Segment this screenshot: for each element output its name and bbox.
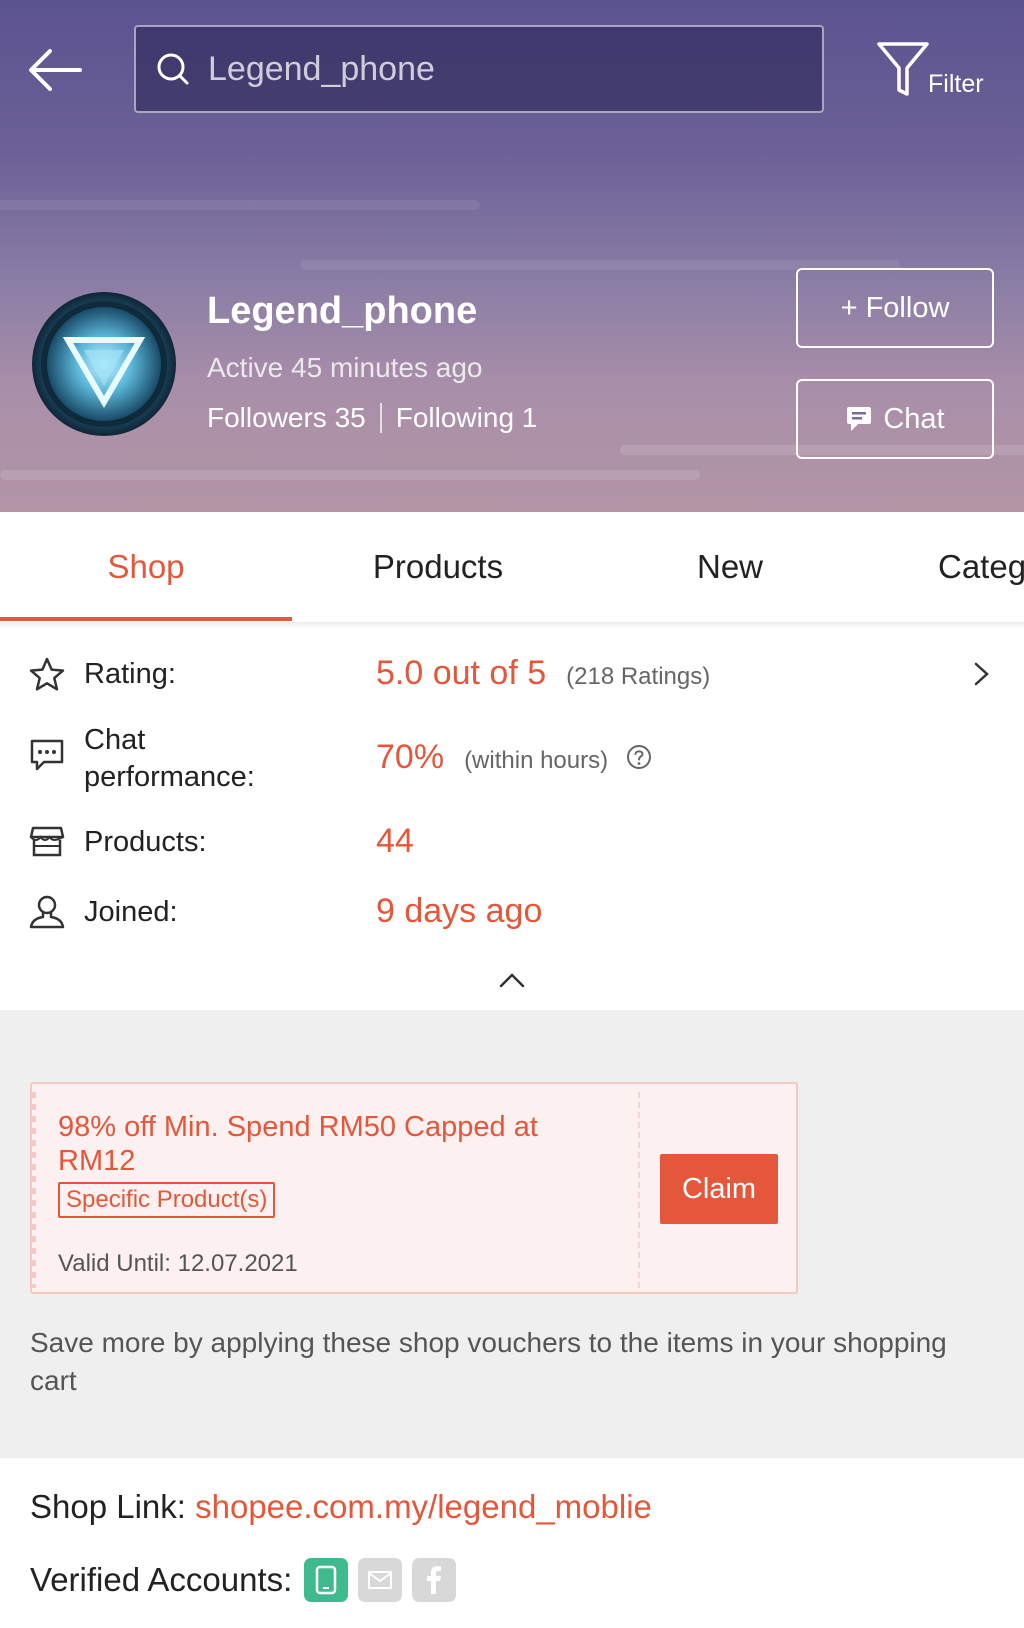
divider: [379, 403, 382, 433]
active-status: Active 45 minutes ago: [207, 352, 483, 383]
verified-email-badge: [358, 1558, 403, 1602]
joined-label: Joined:: [84, 896, 178, 928]
following-count[interactable]: Following 1: [396, 402, 538, 434]
store-icon: [29, 826, 65, 857]
chevron-up-icon[interactable]: [498, 970, 526, 990]
chat-icon: [847, 407, 872, 431]
star-icon: [29, 657, 65, 691]
chat-note: (within hours): [464, 747, 609, 774]
chat-percent: 70%: [376, 738, 445, 776]
search-bar[interactable]: [134, 25, 824, 113]
chat-label-line2: performance:: [84, 761, 255, 793]
rating-count: (218 Ratings): [566, 663, 711, 690]
chat-performance-value: 70% (within hours): [376, 738, 652, 777]
follow-button[interactable]: + Follow: [796, 268, 994, 348]
facebook-icon: [427, 1566, 442, 1594]
search-icon: [157, 53, 189, 85]
followers-count[interactable]: Followers 35: [207, 402, 366, 434]
search-input[interactable]: [208, 49, 768, 89]
rating-row[interactable]: Rating: 5.0 out of 5 (218 Ratings): [0, 650, 1024, 700]
email-icon: [368, 1571, 393, 1589]
follow-button-label: + Follow: [840, 291, 950, 324]
joined-value: 9 days ago: [376, 892, 543, 930]
verified-accounts-label: Verified Accounts:: [30, 1561, 293, 1598]
user-icon: [29, 895, 65, 929]
voucher-tag: Specific Product(s): [58, 1182, 276, 1218]
chevron-right-icon[interactable]: [972, 660, 992, 688]
tab-shadow: [0, 622, 1024, 628]
chat-performance-label: Chat performance:: [84, 722, 255, 796]
help-icon[interactable]: [626, 744, 652, 770]
rating-value: 5.0 out of 5 (218 Ratings): [376, 654, 710, 693]
rating-label: Rating:: [84, 658, 176, 690]
chat-label-line1: Chat: [84, 724, 146, 756]
shop-name: Legend_phone: [207, 290, 478, 332]
tab-products[interactable]: Products: [292, 512, 584, 622]
chat-button[interactable]: Chat: [796, 379, 994, 459]
products-label: Products:: [84, 826, 207, 858]
products-row: Products: 44: [0, 818, 1024, 868]
voucher-edge: [30, 1092, 36, 1288]
back-button[interactable]: [24, 40, 86, 100]
arc-reactor-logo: [41, 301, 167, 427]
shop-link-row: Shop Link: shopee.com.my/legend_moblie: [30, 1488, 652, 1526]
voucher-divider: [638, 1092, 640, 1288]
products-value: 44: [376, 822, 414, 860]
shop-link-label: Shop Link:: [30, 1488, 186, 1525]
sky-streak: [0, 200, 480, 210]
chat-performance-row: Chat performance: 70% (within hours): [0, 718, 1024, 802]
tab-new[interactable]: New: [584, 512, 876, 622]
verified-accounts-row: Verified Accounts:: [30, 1558, 457, 1602]
arrow-left-icon: [29, 49, 82, 91]
tab-shop[interactable]: Shop: [0, 512, 292, 622]
voucher-hint-text: Save more by applying these shop voucher…: [30, 1327, 947, 1396]
tab-categories[interactable]: Categ: [938, 512, 1024, 622]
shop-tabs: Shop Products New Categ: [0, 512, 1024, 622]
voucher-card: 98% off Min. Spend RM50 Capped at RM12 S…: [30, 1082, 798, 1294]
chat-button-label: Chat: [883, 402, 945, 435]
claim-button[interactable]: Claim: [660, 1154, 778, 1224]
follow-counts: Followers 35 Following 1: [207, 402, 537, 434]
filter-button[interactable]: Filter: [876, 40, 1006, 100]
voucher-title: 98% off Min. Spend RM50 Capped at RM12: [58, 1111, 538, 1177]
rating-score: 5.0 out of 5: [376, 654, 547, 692]
shop-avatar[interactable]: [32, 292, 176, 436]
chat-bubble-icon: [30, 739, 64, 771]
verified-phone-badge: [304, 1558, 349, 1602]
shop-link[interactable]: shopee.com.my/legend_moblie: [195, 1488, 652, 1525]
filter-label: Filter: [928, 70, 984, 98]
verified-facebook-badge: [412, 1558, 457, 1602]
sky-streak: [0, 470, 700, 480]
active-tab-indicator: [0, 617, 292, 621]
joined-row: Joined: 9 days ago: [0, 888, 1024, 938]
voucher-valid-until: Valid Until: 12.07.2021: [58, 1250, 298, 1277]
filter-icon: [877, 42, 929, 96]
phone-icon: [316, 1565, 337, 1595]
